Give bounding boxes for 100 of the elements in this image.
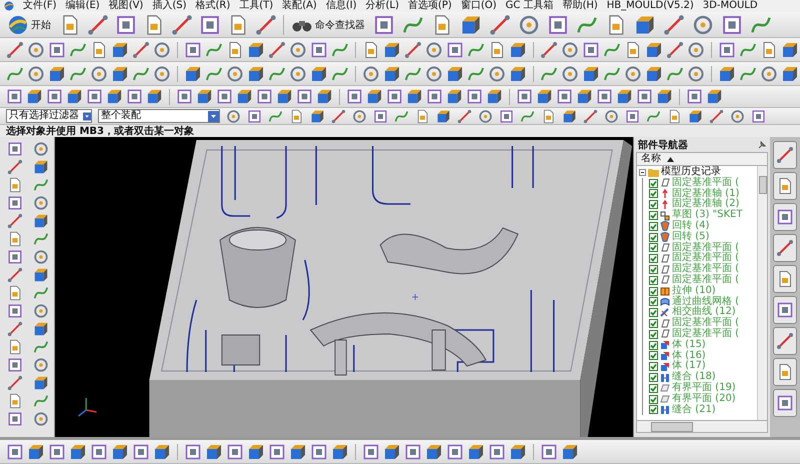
cube-icon[interactable] [184,64,202,82]
cube-icon[interactable] [781,64,799,82]
document-icon[interactable] [289,108,304,124]
navigator-tab[interactable] [773,358,797,386]
cube-icon[interactable] [706,88,723,105]
command-finder-button[interactable]: 命令查找器 [290,14,367,36]
checked-checkbox[interactable] [649,222,658,231]
curve-icon[interactable] [33,231,49,247]
square-icon[interactable] [115,14,137,36]
cube-icon[interactable] [383,40,401,58]
square-icon[interactable] [499,108,514,124]
cube-icon[interactable] [486,88,503,105]
scrollbar[interactable] [757,166,767,420]
cube-icon[interactable] [247,40,265,58]
circle-icon[interactable] [624,64,642,82]
square-icon[interactable] [7,195,23,211]
navigator-tab[interactable] [773,389,797,417]
cube-icon[interactable] [688,108,703,124]
scope-dropdown[interactable]: 整个装配 [98,109,220,123]
tree-item[interactable]: 固定基准平面 ( [672,274,740,286]
checked-checkbox[interactable] [649,351,658,360]
cube-icon[interactable] [509,442,527,460]
navigator-tab[interactable] [773,234,797,262]
circle-icon[interactable] [289,64,307,82]
square-icon[interactable] [6,442,24,460]
document-icon[interactable] [7,177,23,193]
tree-item[interactable]: 草图 (3) "SKET [672,210,742,221]
document-icon[interactable] [7,231,23,247]
square-icon[interactable] [48,40,66,58]
menu-item[interactable]: 帮助(H) [562,0,598,12]
square-icon[interactable] [90,442,108,460]
line-icon[interactable] [663,14,685,36]
start-button[interactable]: 开始 [6,14,53,36]
collapse-icon[interactable] [639,168,646,176]
cube-icon[interactable] [33,267,49,283]
square-icon[interactable] [373,14,395,36]
square-icon[interactable] [7,411,23,427]
square-icon[interactable] [199,14,221,36]
cube-icon[interactable] [33,375,49,391]
curve-icon[interactable] [268,108,283,124]
cube-icon[interactable] [446,64,464,82]
cube-icon[interactable] [460,14,482,36]
circle-icon[interactable] [226,108,241,124]
tree-item[interactable]: 回转 (5) [672,232,710,243]
checked-checkbox[interactable] [649,373,658,382]
cube-icon[interactable] [111,64,129,82]
cube-icon[interactable] [236,88,253,105]
navigator-tab[interactable] [773,141,797,169]
navigator-tab[interactable] [773,296,797,324]
square-icon[interactable] [184,442,202,460]
circle-icon[interactable] [362,64,380,82]
square-icon[interactable] [362,442,380,460]
checked-checkbox[interactable] [649,330,658,339]
curve-icon[interactable] [33,393,49,409]
circle-icon[interactable] [33,249,49,265]
square-icon[interactable] [7,303,23,319]
square-icon[interactable] [46,88,63,105]
square-icon[interactable] [226,442,244,460]
cube-icon[interactable] [69,442,87,460]
square-icon[interactable] [540,442,558,460]
curve-icon[interactable] [33,285,49,301]
selection-filter-dropdown[interactable]: 只有选择过滤器 [6,109,92,123]
circle-icon[interactable] [27,64,45,82]
circle-icon[interactable] [518,14,540,36]
circle-icon[interactable] [27,40,45,58]
cube-icon[interactable] [26,88,43,105]
tree-item[interactable]: 固定基准平面 ( [672,264,740,275]
cube-icon[interactable] [576,88,593,105]
circle-icon[interactable] [153,64,171,82]
line-icon[interactable] [268,40,286,58]
cube-icon[interactable] [446,88,463,105]
checked-checkbox[interactable] [649,340,658,350]
navigator-tab[interactable] [773,265,797,293]
checked-checkbox[interactable] [649,265,658,274]
document-icon[interactable] [7,285,23,301]
menu-item[interactable]: 视图(V) [108,0,144,12]
checked-checkbox[interactable] [649,297,658,306]
square-icon[interactable] [184,40,202,58]
cube-icon[interactable] [247,442,265,460]
square-icon[interactable] [310,442,328,460]
curve-icon[interactable] [33,339,49,355]
checked-checkbox[interactable] [649,362,658,372]
circle-icon[interactable] [33,141,49,157]
cube-icon[interactable] [289,442,307,460]
cube-icon[interactable] [645,64,663,82]
checked-checkbox[interactable] [649,211,658,220]
cube-icon[interactable] [645,40,663,58]
square-icon[interactable] [404,442,422,460]
square-icon[interactable] [751,108,766,124]
tree-item[interactable]: 缝合 (21) [672,404,716,416]
circle-icon[interactable] [153,40,171,58]
square-icon[interactable] [516,88,533,105]
document-icon[interactable] [541,108,556,124]
tree-item[interactable]: 体 (15) [672,340,706,351]
checked-checkbox[interactable] [649,200,658,210]
tree-item[interactable]: 体 (17) [672,361,706,372]
square-icon[interactable] [776,208,794,226]
curve-icon[interactable] [394,108,409,124]
cube-icon[interactable] [616,88,633,105]
line-icon[interactable] [540,40,558,58]
